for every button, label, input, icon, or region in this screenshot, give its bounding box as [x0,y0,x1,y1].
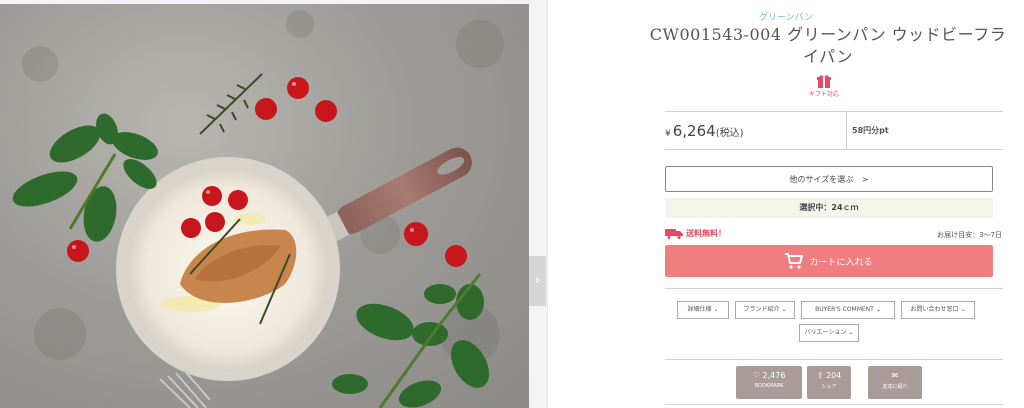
brand-link[interactable]: グリーンパン [548,10,1024,23]
bookmark-count: 2,476 [762,371,786,380]
gift-icon [817,75,831,88]
tab-variation[interactable]: バリエーション ⌄ [799,324,859,342]
chevron-right-icon: > [861,175,869,184]
chevron-down-icon: ⌄ [848,329,854,336]
chevron-down-icon: ⌄ [781,306,787,313]
free-shipping-label: 送料無料！ [686,229,726,238]
tab-label: BUYER'S COMMENT [815,306,874,313]
free-shipping-badge: 送料無料！ [665,228,726,239]
share-icon: ⇪ [816,371,824,380]
share-count: 204 [825,371,842,380]
tab-contact[interactable]: お問い合わせ窓口 ⌄ [901,301,975,319]
chevron-down-icon: ⌄ [713,306,719,313]
mail-friend-label: 友達に紹介 [882,384,908,390]
info-tabs: 詳細仕様 ⌄ ブランド紹介 ⌄ BUYER'S COMMENT ⌄ お問い合わせ窓口 ⌄… [665,288,1003,360]
tax-note: (税込) [715,128,744,139]
tab-label: バリエーション [804,329,847,336]
tab-specs[interactable]: 詳細仕様 ⌄ [677,301,729,319]
truck-icon [665,228,683,239]
delivery-estimate: お届け目安：3～7日 [937,231,1002,239]
chevron-right-icon: › [534,273,541,288]
selected-size: 選択中：24ｃｍ [665,198,993,218]
bookmark-button[interactable]: ♡ 2,476 BOOKMARK [736,366,802,399]
tab-label: 詳細仕様 [687,306,712,313]
mail-icon: ✉ [891,371,899,380]
share-label: シェア [821,384,837,390]
tab-label: ブランド紹介 [743,306,780,313]
bottom-divider [665,404,1003,405]
gallery-next-button[interactable]: › [529,256,546,306]
chevron-down-icon: ⌄ [875,306,881,313]
product-title: CW001543-004 グリーンパン ウッドビーフライパン [649,25,1007,66]
currency-symbol: ¥ [665,129,671,139]
add-to-cart-button[interactable]: カートに入れる [665,245,993,277]
gift-label: ギフト対応 [808,91,839,98]
bookmark-label: BOOKMARK [754,383,784,389]
other-size-button[interactable]: 他のサイズを選ぶ > [665,166,993,192]
mail-friend-button[interactable]: ✉ 友達に紹介 [868,366,922,399]
other-size-label: 他のサイズを選ぶ [789,175,854,184]
points-value: 58円分pt [852,126,889,135]
chevron-down-icon: ⌄ [960,306,966,313]
gift-badge: ギフト対応 [804,74,844,98]
heart-icon: ♡ [752,371,760,380]
tab-brand[interactable]: ブランド紹介 ⌄ [735,301,795,319]
share-button[interactable]: ⇪ 204 シェア [807,366,851,399]
product-info-panel: グリーンパン CW001543-004 グリーンパン ウッドビーフライパン ギフ… [548,0,1024,408]
product-gallery: › [0,0,548,408]
product-price: ¥6,264(税込) [665,122,744,140]
tab-label: お問い合わせ窓口 [910,306,959,313]
price-amount: 6,264 [672,122,716,140]
product-photo[interactable] [0,4,529,408]
price-row: ¥6,264(税込) 58円分pt [665,111,1003,150]
cart-icon [785,253,804,269]
tab-buyers-comment[interactable]: BUYER'S COMMENT ⌄ [801,301,895,319]
price-divider [846,112,847,150]
add-to-cart-label: カートに入れる [809,257,873,268]
